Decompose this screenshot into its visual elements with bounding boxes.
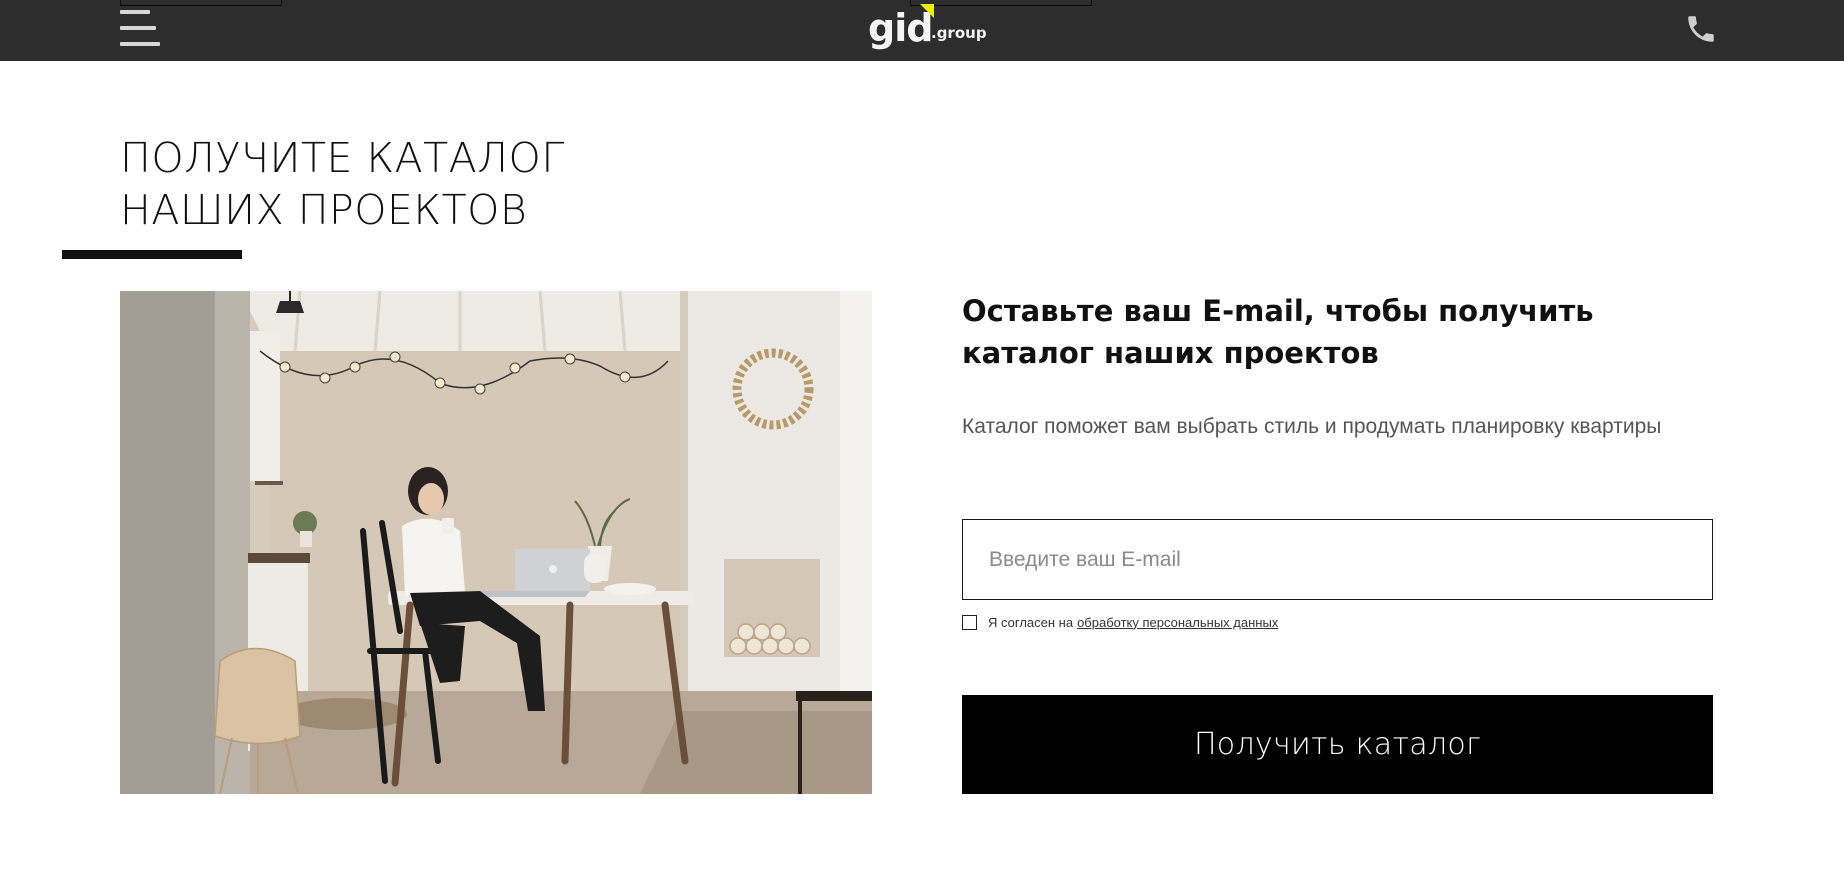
logo-sub-text: .group: [931, 24, 987, 42]
form-heading: Оставьте ваш E-mail, чтобы получить ката…: [962, 294, 1594, 370]
site-header: gid .group: [0, 0, 1844, 61]
page-title: ПОЛУЧИТЕ КАТАЛОГ НАШИХ ПРОЕКТОВ: [120, 132, 760, 236]
email-input[interactable]: [962, 519, 1713, 600]
page-title-line-2: НАШИХ ПРОЕКТОВ: [120, 186, 528, 234]
get-catalog-button[interactable]: Получить каталог: [962, 695, 1713, 794]
phone-icon[interactable]: [1684, 12, 1718, 46]
form-description: Каталог поможет вам выбрать стиль и прод…: [962, 415, 1662, 438]
header-outline-left: [120, 0, 282, 6]
consent-label: Я согласен на: [988, 614, 1074, 630]
title-underline: [62, 250, 242, 259]
consent-checkbox[interactable]: [962, 614, 977, 630]
page-title-line-1: ПОЛУЧИТЕ КАТАЛОГ: [120, 134, 565, 182]
hamburger-menu-icon[interactable]: [120, 10, 162, 48]
interior-photo: [120, 291, 872, 794]
consent-row: Я согласен на обработку персональных дан…: [962, 613, 1278, 631]
logo-accent-mark: [920, 4, 934, 18]
privacy-policy-link[interactable]: обработку персональных данных: [1077, 615, 1278, 630]
site-logo[interactable]: gid .group: [868, 2, 988, 54]
